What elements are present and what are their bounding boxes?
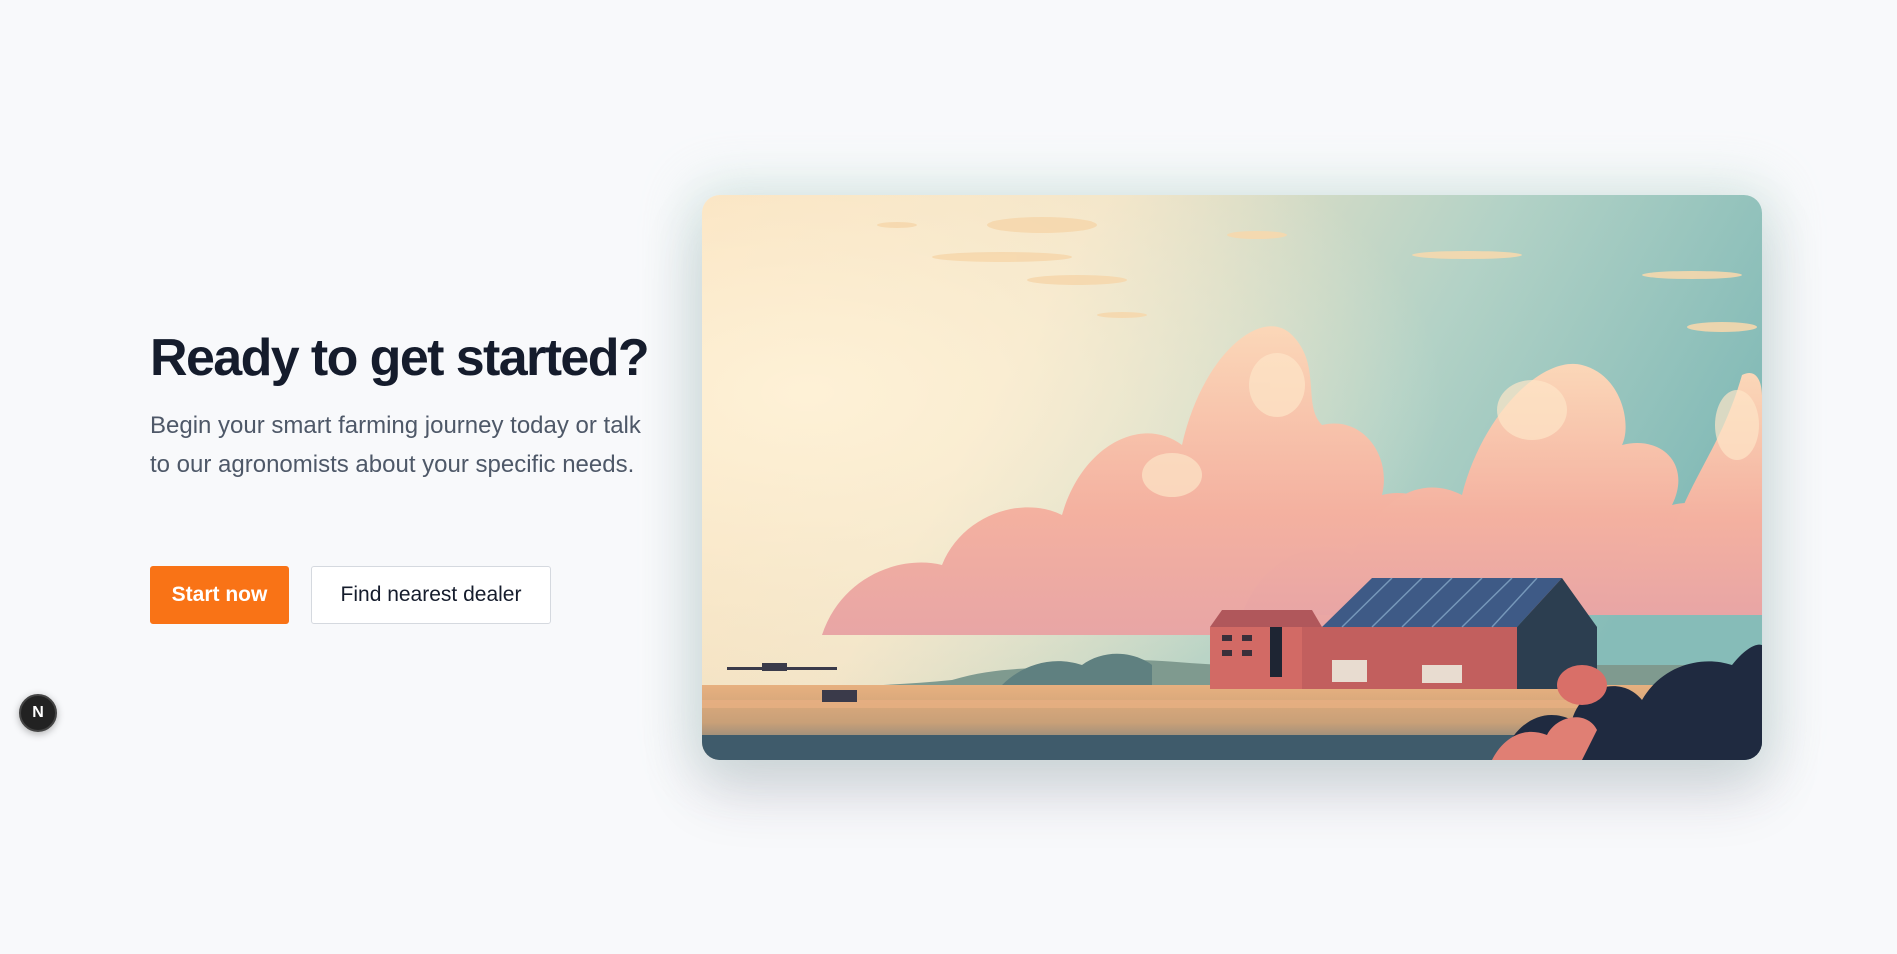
cta-heading: Ready to get started? <box>150 329 650 387</box>
farm-hero-image <box>702 195 1762 760</box>
dev-tools-badge[interactable]: N <box>19 694 57 732</box>
cta-buttons: Start now Find nearest dealer <box>150 566 551 624</box>
farm-illustration <box>702 195 1762 760</box>
start-now-button[interactable]: Start now <box>150 566 289 624</box>
cta-section: Ready to get started? Begin your smart f… <box>0 0 1897 954</box>
cta-text-block: Ready to get started? Begin your smart f… <box>150 322 670 484</box>
cta-description: Begin your smart farming journey today o… <box>150 412 641 478</box>
find-dealer-button[interactable]: Find nearest dealer <box>311 566 551 624</box>
badge-letter: N <box>32 704 44 721</box>
